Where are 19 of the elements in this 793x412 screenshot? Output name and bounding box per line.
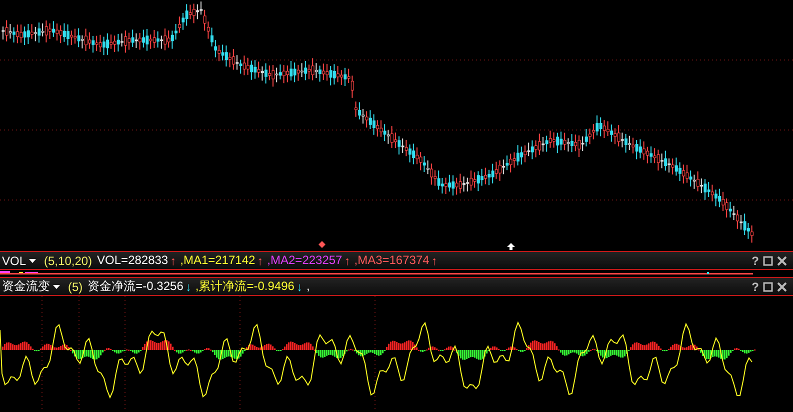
- indicator-dropdown[interactable]: 资金流变: [2, 278, 60, 295]
- indicator-dropdown[interactable]: VOL: [2, 254, 36, 268]
- indicator-value: ,MA3=167374: [354, 254, 430, 267]
- trend-arrow: ↑: [257, 254, 264, 268]
- trend-arrow: ↓: [185, 280, 192, 294]
- indicator-params: (5): [68, 280, 83, 294]
- trend-arrow: ↑: [170, 254, 176, 268]
- indicator-value: 资金净流=-0.3256: [88, 280, 184, 293]
- trend-arrow: ↑: [344, 254, 350, 268]
- indicator-value: ,MA2=223257: [267, 254, 342, 267]
- help-button[interactable]: ?: [752, 280, 759, 294]
- trend-arrow: ↑: [431, 254, 438, 268]
- help-button[interactable]: ?: [752, 254, 759, 268]
- indicator-value: VOL=282833: [97, 254, 168, 267]
- indicator-params: (5,10,20): [44, 254, 92, 268]
- indicator-value: ,: [306, 280, 310, 293]
- trend-arrow: ↓: [296, 280, 302, 294]
- indicator-value: ,MA1=217142: [180, 254, 256, 267]
- indicator-value: ,累计净流=-0.9496: [195, 280, 294, 293]
